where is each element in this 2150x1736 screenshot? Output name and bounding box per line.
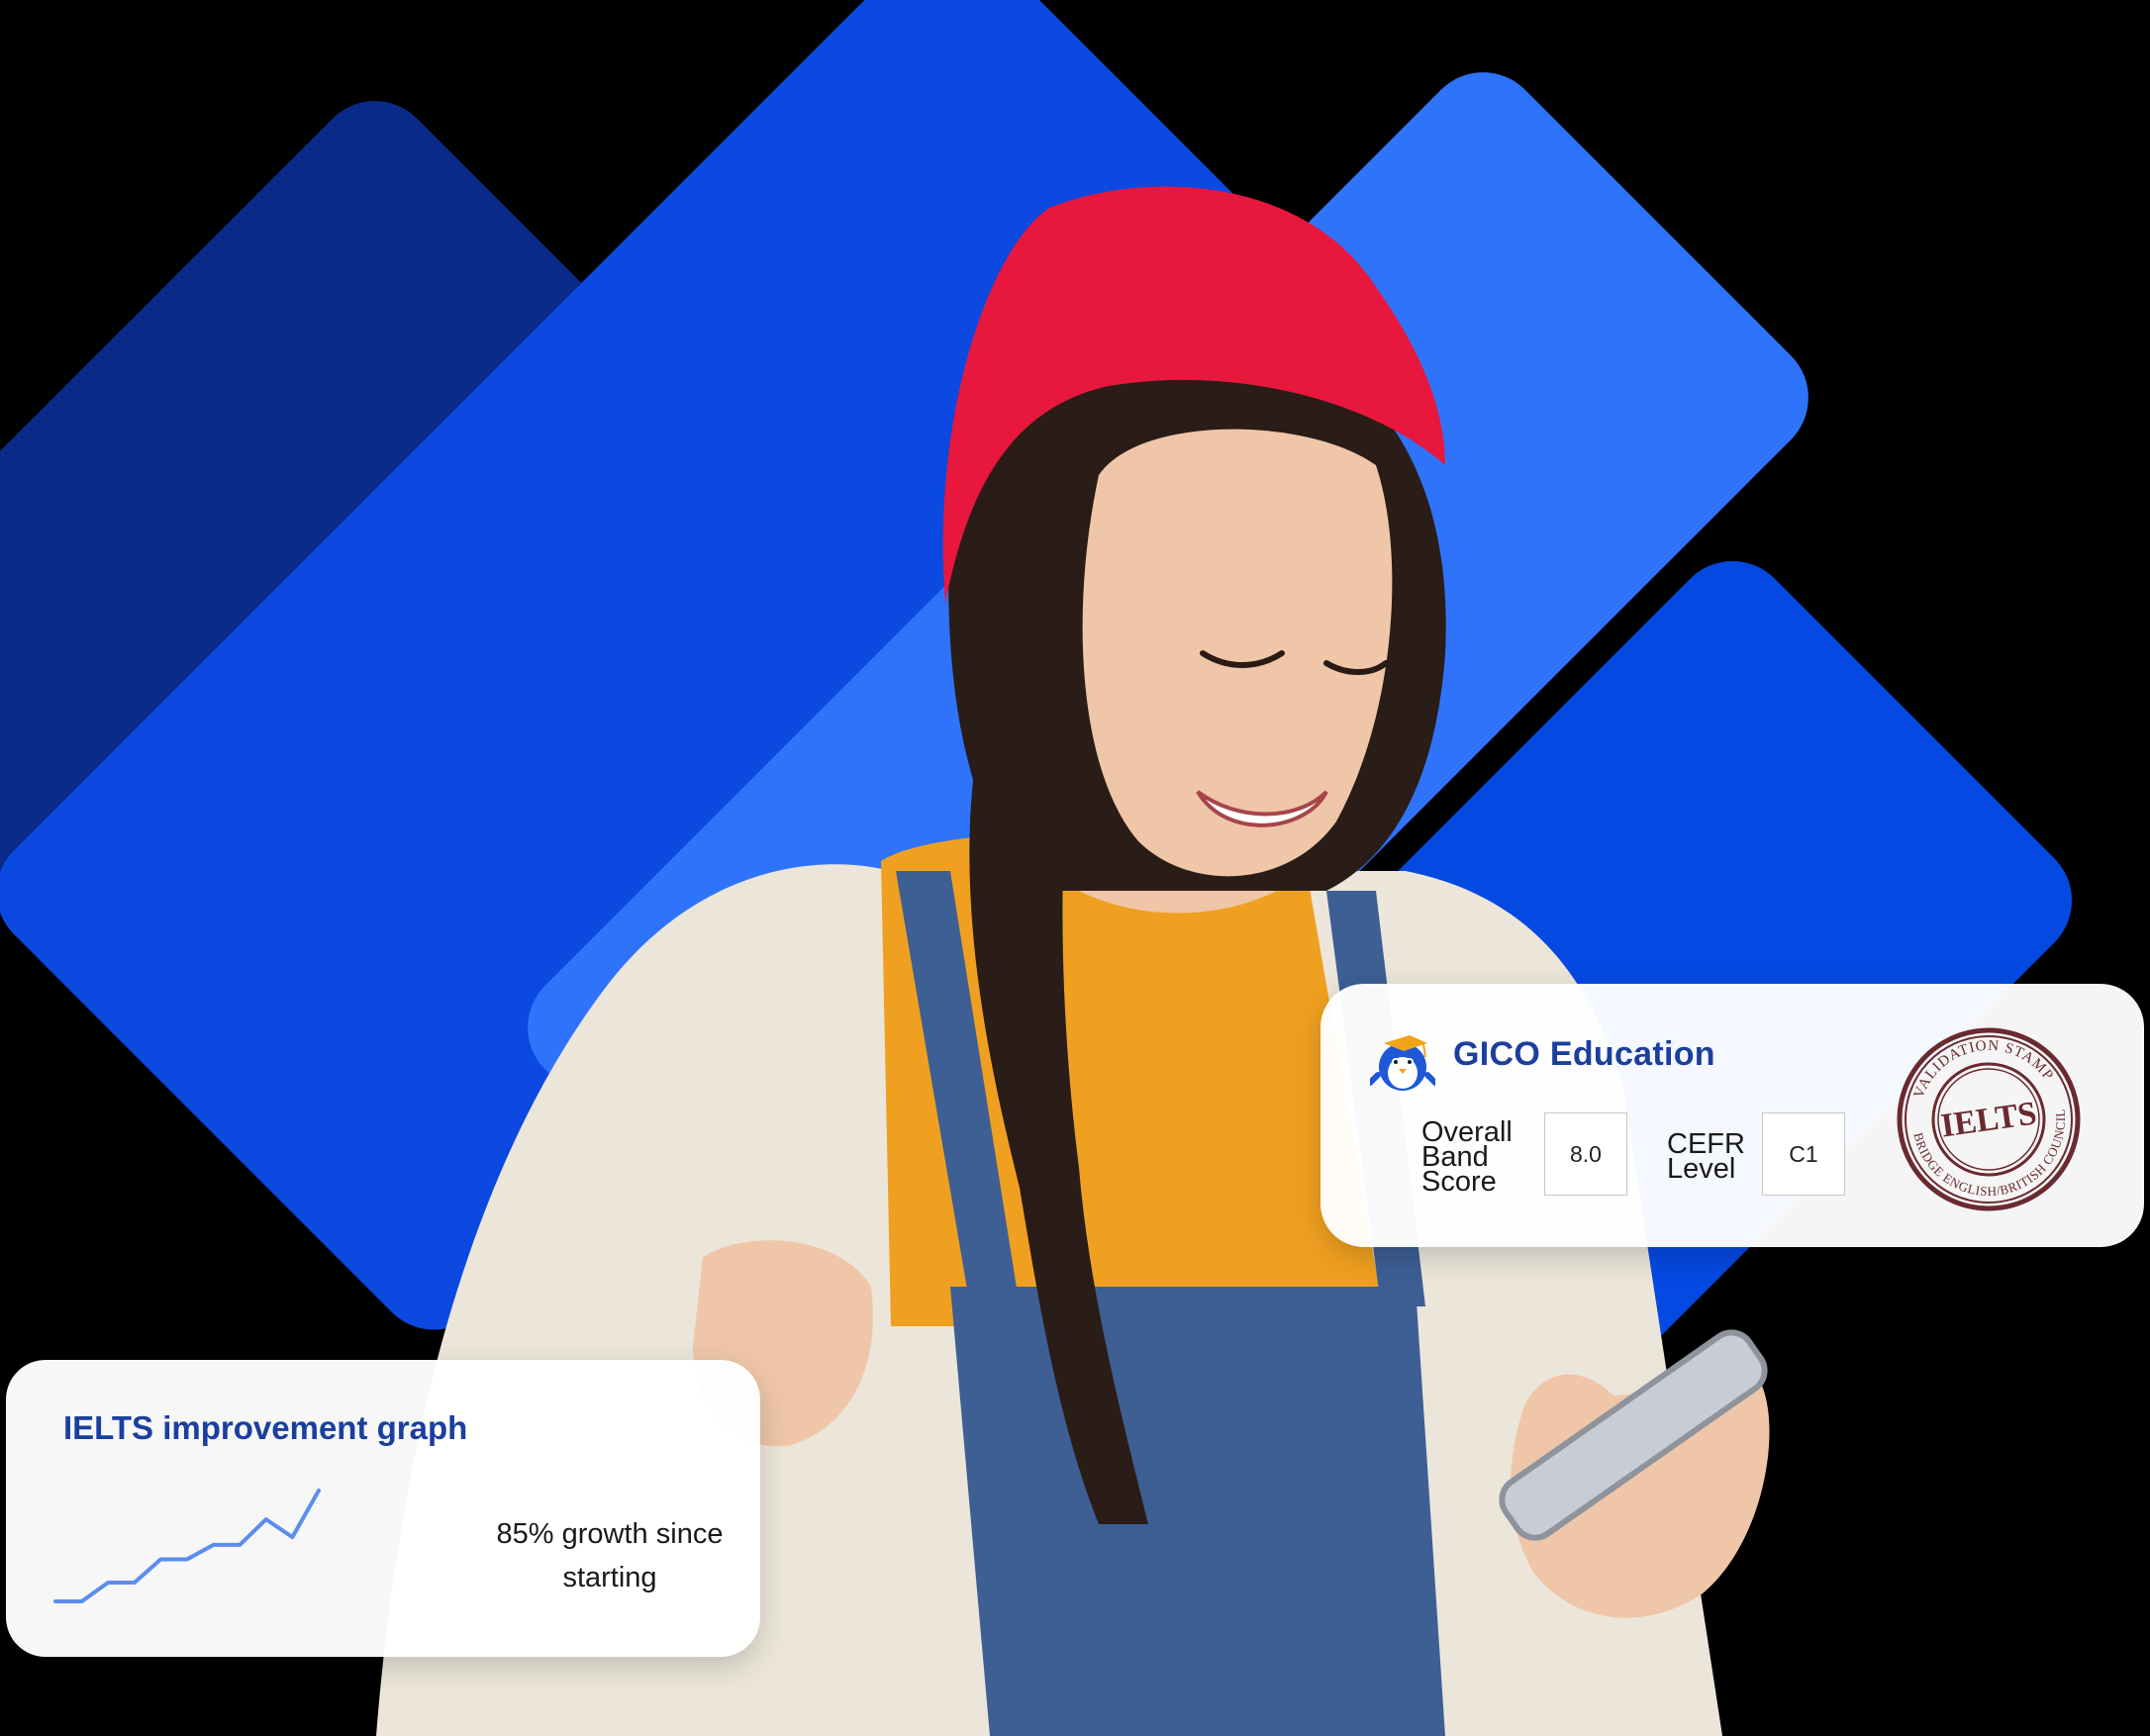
overall-band-score-value: 8.0: [1544, 1112, 1627, 1196]
validation-stamp-icon: VALIDATION STAMP CAMBRIDGE ENGLISH/BRITI…: [1895, 1025, 2081, 1211]
improvement-graph-card: IELTS improvement graph 85% growth since…: [6, 1360, 760, 1657]
overall-band-score-label: Overall Band Score: [1421, 1116, 1513, 1198]
overalls: [950, 1287, 1445, 1736]
hero-stage: GICO Education Overall Band Score 8.0 CE…: [0, 0, 2150, 1736]
growth-note: 85% growth since starting: [496, 1518, 724, 1593]
cefr-level-value: C1: [1762, 1112, 1845, 1196]
stamp-center-text: IELTS: [1938, 1095, 2038, 1144]
penguin-graduate-icon: [1370, 1035, 1435, 1091]
cefr-level-label: CEFR Level: [1667, 1128, 1745, 1185]
series-line: [53, 1489, 321, 1603]
brand-name: GICO Education: [1453, 1035, 1715, 1073]
improvement-line-chart: [53, 1489, 321, 1603]
certificate-card: GICO Education Overall Band Score 8.0 CE…: [1320, 984, 2144, 1247]
